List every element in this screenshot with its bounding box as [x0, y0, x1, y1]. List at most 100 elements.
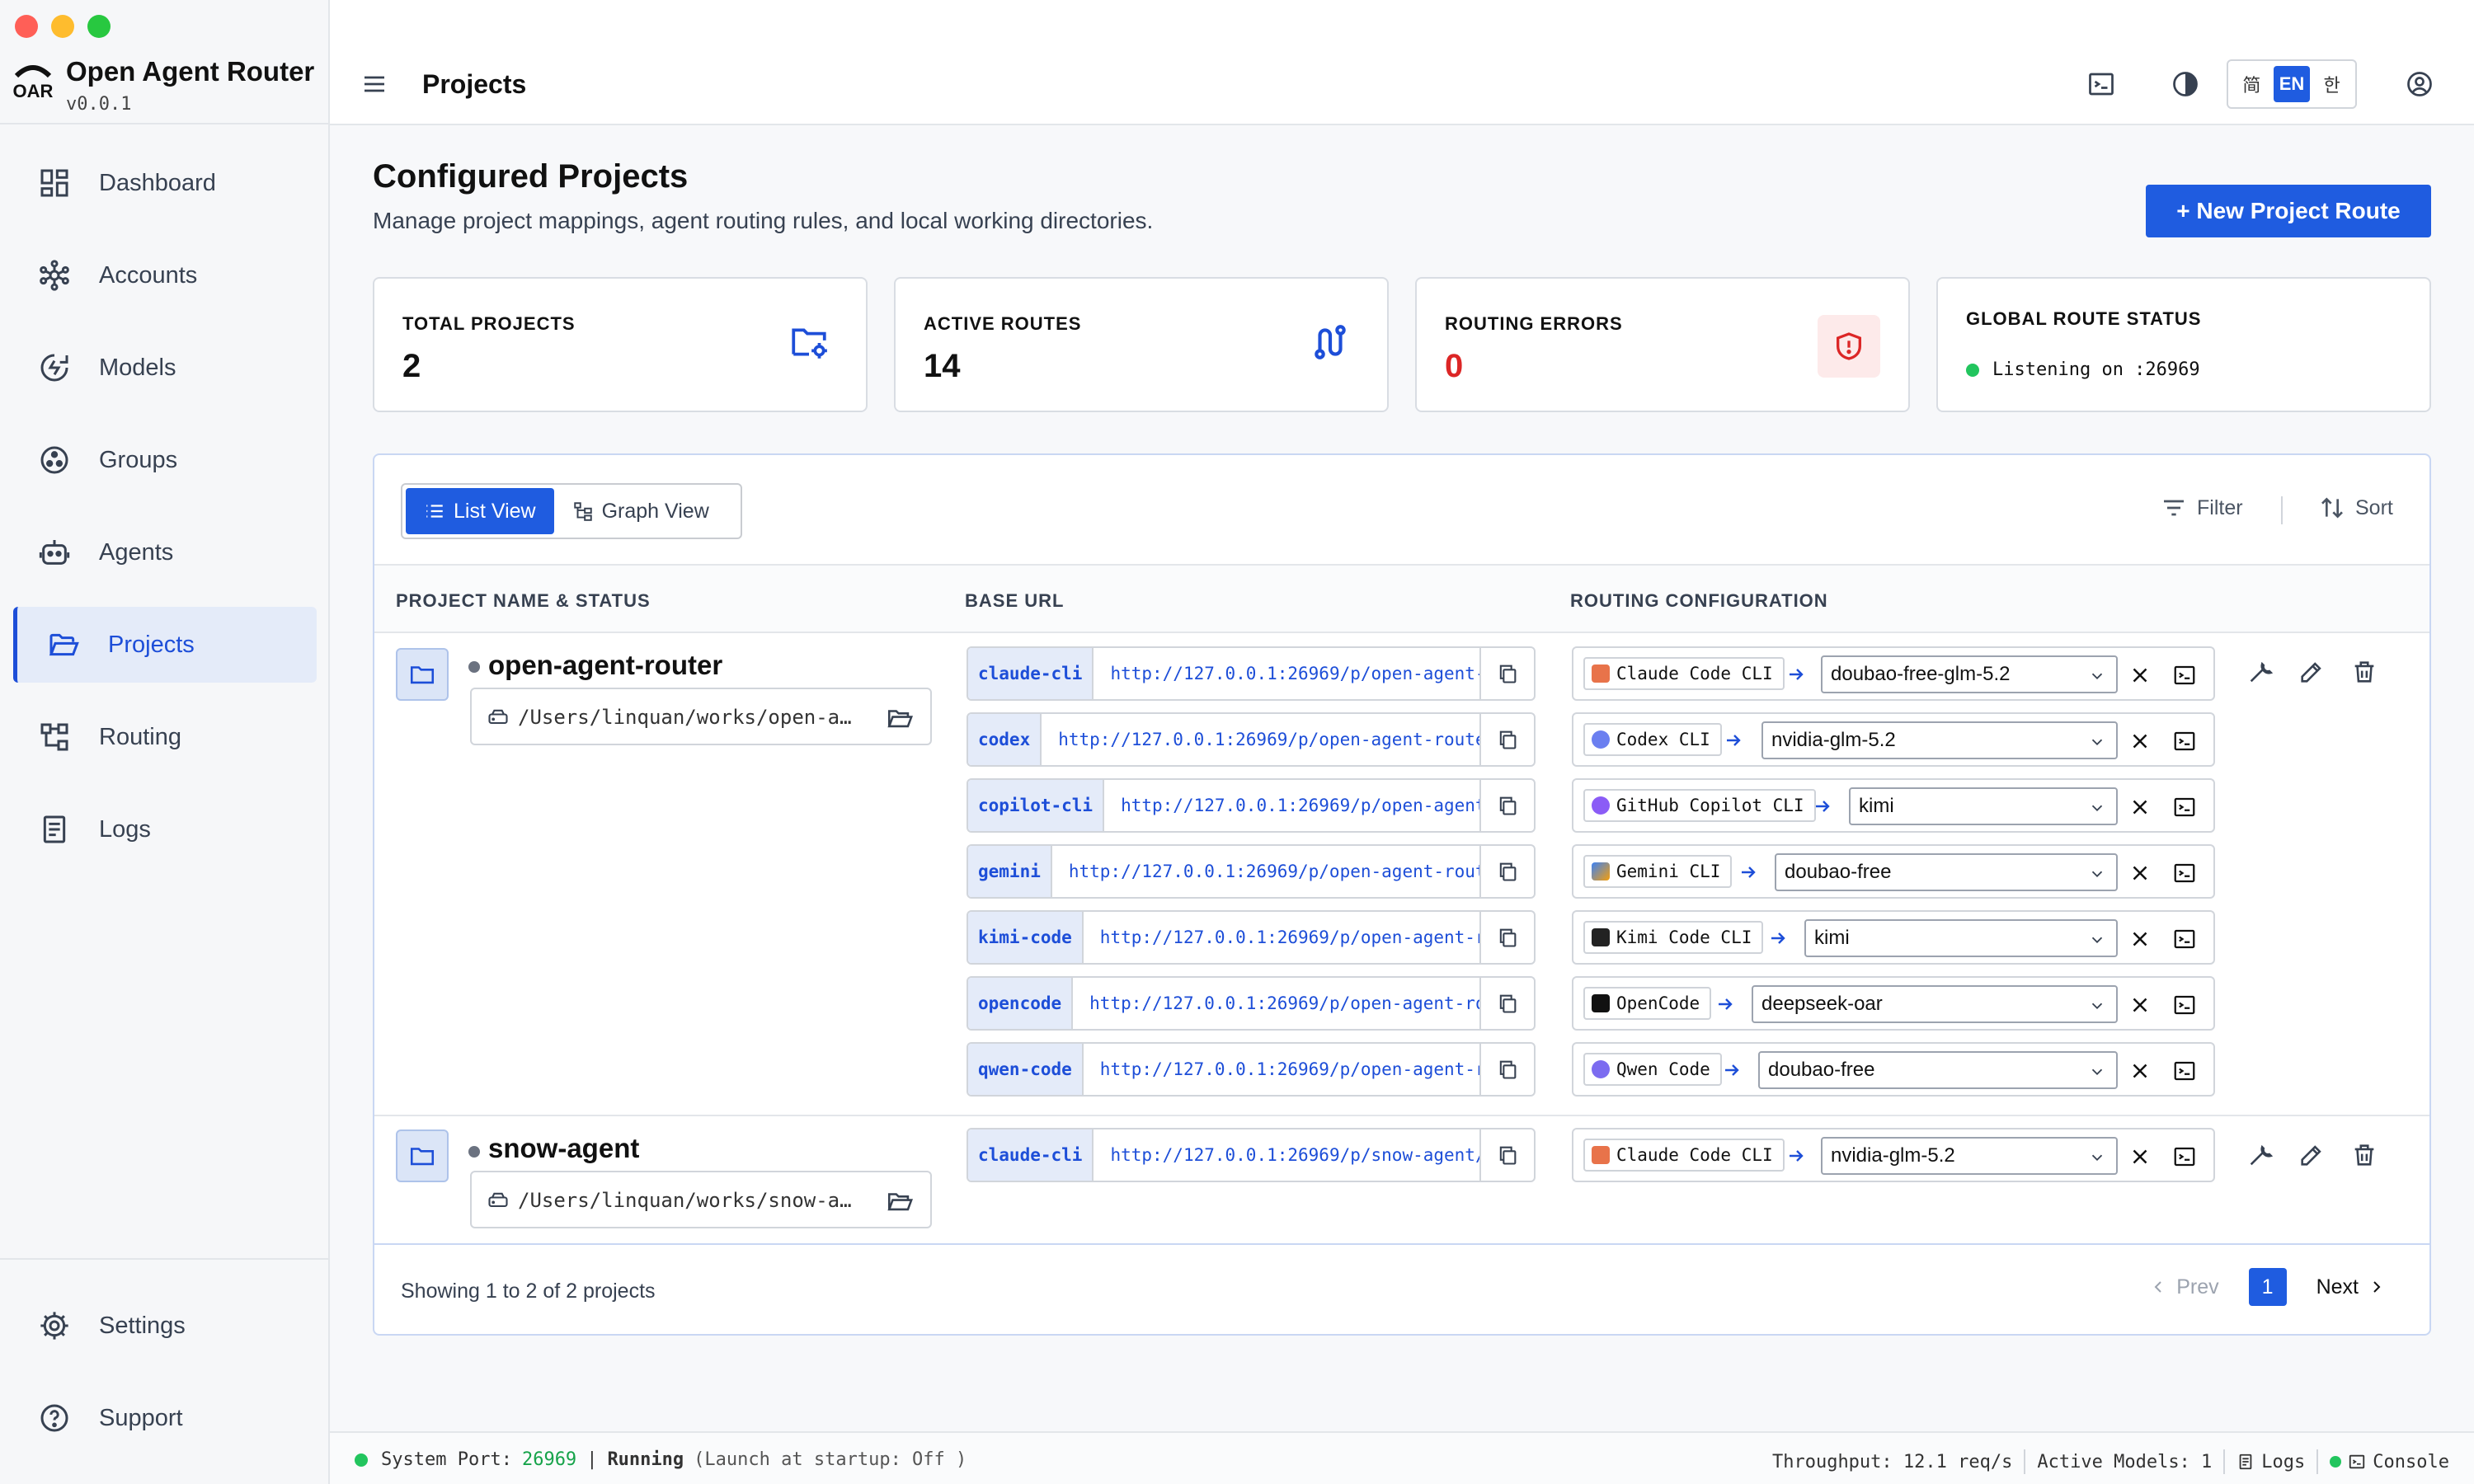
sidebar-item-accounts[interactable]: Accounts — [13, 237, 317, 313]
copy-button[interactable] — [1479, 780, 1534, 831]
hamburger-menu-icon[interactable] — [361, 71, 388, 97]
brand: OAR Open Agent Router v0.0.1 — [12, 54, 315, 115]
close-window-button[interactable] — [15, 15, 38, 38]
model-select[interactable]: doubao-free-glm-5.2 — [1821, 655, 2118, 693]
minimize-window-button[interactable] — [51, 15, 74, 38]
terminal-icon[interactable] — [2172, 729, 2197, 754]
next-page-button[interactable]: Next — [2316, 1275, 2387, 1299]
terminal-icon[interactable] — [2172, 1059, 2197, 1083]
copy-button[interactable] — [1479, 1044, 1534, 1095]
console-link[interactable]: Console — [2348, 1452, 2449, 1472]
base-url-field[interactable]: opencode http://127.0.0.1:26969/p/open-ag… — [967, 976, 1536, 1031]
close-icon[interactable] — [2128, 927, 2152, 951]
sidebar-item-agents[interactable]: Agents — [13, 514, 317, 590]
wrench-icon[interactable] — [2246, 658, 2274, 686]
list-view-button[interactable]: List View — [406, 488, 554, 534]
dashboard-icon — [40, 169, 68, 197]
base-url-field[interactable]: qwen-code http://127.0.0.1:26969/p/open-a… — [967, 1042, 1536, 1097]
edit-icon[interactable] — [2298, 658, 2326, 686]
agent-chip: GitHub Copilot CLI — [1583, 789, 1816, 822]
language-zh-button[interactable]: 简 — [2233, 66, 2270, 102]
app-title: Open Agent Router — [66, 56, 315, 87]
model-select[interactable]: doubao-free — [1775, 853, 2118, 891]
terminal-icon[interactable] — [2086, 69, 2116, 99]
copy-button[interactable] — [1479, 1129, 1534, 1181]
sidebar-item-groups[interactable]: Groups — [13, 422, 317, 498]
gear-icon — [40, 1312, 68, 1340]
copy-icon — [1499, 1146, 1517, 1165]
trash-icon[interactable] — [2350, 658, 2378, 686]
edit-icon[interactable] — [2298, 1141, 2326, 1169]
terminal-icon[interactable] — [2172, 1144, 2197, 1169]
separator — [2316, 1449, 2319, 1474]
copy-button[interactable] — [1479, 714, 1534, 765]
sidebar-item-settings[interactable]: Settings — [13, 1288, 317, 1364]
copy-icon — [1499, 1060, 1517, 1079]
graph-view-button[interactable]: Graph View — [554, 488, 727, 534]
filter-button[interactable]: Filter — [2161, 495, 2243, 521]
open-folder-icon[interactable] — [886, 1187, 914, 1215]
claude-code-icon — [1592, 1146, 1610, 1164]
copy-button[interactable] — [1479, 978, 1534, 1029]
terminal-icon[interactable] — [2172, 861, 2197, 885]
model-select[interactable]: deepseek-oar — [1752, 985, 2118, 1023]
folder-settings-icon — [792, 328, 827, 359]
copy-button[interactable] — [1479, 648, 1534, 699]
user-avatar-icon[interactable] — [2405, 69, 2434, 99]
sidebar-item-logs[interactable]: Logs — [13, 791, 317, 867]
wrench-icon[interactable] — [2246, 1141, 2274, 1169]
sidebar-item-dashboard[interactable]: Dashboard — [13, 145, 317, 221]
sidebar-item-routing[interactable]: Routing — [13, 699, 317, 775]
sidebar-item-support[interactable]: Support — [13, 1380, 317, 1456]
status-dot — [1966, 363, 1979, 377]
sort-button[interactable]: Sort — [2319, 495, 2393, 521]
close-icon[interactable] — [2128, 663, 2152, 688]
sidebar-item-projects[interactable]: Projects — [13, 607, 317, 683]
chevron-down-icon — [2091, 871, 2103, 878]
open-folder-icon[interactable] — [886, 704, 914, 732]
base-url-field[interactable]: kimi-code http://127.0.0.1:26969/p/open-a… — [967, 910, 1536, 965]
maximize-window-button[interactable] — [87, 15, 111, 38]
close-icon[interactable] — [2128, 729, 2152, 754]
terminal-icon[interactable] — [2172, 993, 2197, 1017]
logs-link[interactable]: Logs — [2236, 1452, 2305, 1472]
model-select[interactable]: nvidia-glm-5.2 — [1821, 1137, 2118, 1175]
base-url-field[interactable]: gemini http://127.0.0.1:26969/p/open-agen… — [967, 844, 1536, 899]
trash-icon[interactable] — [2350, 1141, 2378, 1169]
models-icon — [40, 354, 68, 382]
close-icon[interactable] — [2128, 795, 2152, 819]
language-ko-button[interactable]: 한 — [2313, 66, 2350, 102]
theme-toggle-icon[interactable] — [2171, 69, 2200, 99]
project-path-field[interactable]: /Users/linquan/works/snow-agent — [470, 1171, 932, 1228]
terminal-icon[interactable] — [2172, 663, 2197, 688]
copy-button[interactable] — [1479, 912, 1534, 963]
terminal-icon[interactable] — [2172, 795, 2197, 819]
language-en-button[interactable]: EN — [2273, 66, 2311, 102]
base-url-field[interactable]: claude-cli http://127.0.0.1:26969/p/open-… — [967, 646, 1536, 701]
agent-chip: Claude Code CLI — [1583, 1139, 1785, 1172]
base-url-field[interactable]: claude-cli http://127.0.0.1:26969/p/snow-… — [967, 1128, 1536, 1182]
sidebar-item-models[interactable]: Models — [13, 330, 317, 406]
prev-page-button[interactable]: Prev — [2148, 1275, 2219, 1299]
chevron-down-icon — [2091, 1154, 2103, 1162]
agent-tag: gemini — [968, 846, 1052, 897]
model-select[interactable]: kimi — [1804, 919, 2118, 957]
new-project-route-button[interactable]: + New Project Route — [2146, 185, 2431, 237]
close-icon[interactable] — [2128, 1059, 2152, 1083]
project-path-field[interactable]: /Users/linquan/works/open-agent-router — [470, 688, 932, 745]
chevron-left-icon — [2154, 1281, 2161, 1293]
copy-button[interactable] — [1479, 846, 1534, 897]
model-select[interactable]: kimi — [1849, 787, 2118, 825]
close-icon[interactable] — [2128, 1144, 2152, 1169]
base-url-field[interactable]: copilot-cli http://127.0.0.1:26969/p/open… — [967, 778, 1536, 833]
close-icon[interactable] — [2128, 993, 2152, 1017]
close-icon[interactable] — [2128, 861, 2152, 885]
page-number-button[interactable]: 1 — [2248, 1268, 2287, 1306]
base-url-field[interactable]: codex http://127.0.0.1:26969/p/open-agent… — [967, 712, 1536, 767]
throughput: Throughput: 12.1 req/s — [1771, 1451, 2013, 1472]
model-select[interactable]: nvidia-glm-5.2 — [1761, 721, 2118, 759]
sidebar-item-label: Groups — [99, 446, 178, 473]
model-select[interactable]: doubao-free — [1758, 1051, 2118, 1089]
table-row: open-agent-router /Users/linquan/works/o… — [374, 633, 2429, 1115]
terminal-icon[interactable] — [2172, 927, 2197, 951]
